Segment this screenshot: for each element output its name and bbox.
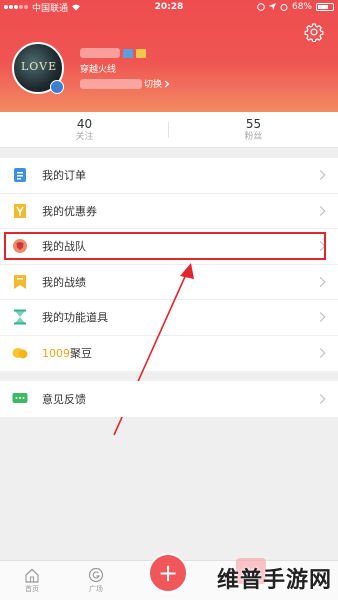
- square-icon: [88, 567, 104, 583]
- tab-home-label: 首页: [25, 584, 39, 593]
- tab-home[interactable]: 首页: [0, 561, 64, 600]
- annotation-arrow: [113, 263, 194, 436]
- watermark-text: 维普手游网: [216, 568, 332, 593]
- menu-label-feedback: 意见反馈: [42, 393, 86, 406]
- chat-icon: [12, 391, 28, 407]
- menu-item-feedback[interactable]: 意见反馈: [0, 381, 338, 417]
- chevron-right-icon: [315, 394, 326, 404]
- feedback-section: 意见反馈: [0, 381, 338, 417]
- add-post-button[interactable]: +: [148, 553, 188, 593]
- tab-square[interactable]: 广场: [64, 561, 128, 600]
- tab-square-label: 广场: [89, 585, 103, 593]
- home-icon: [25, 568, 39, 583]
